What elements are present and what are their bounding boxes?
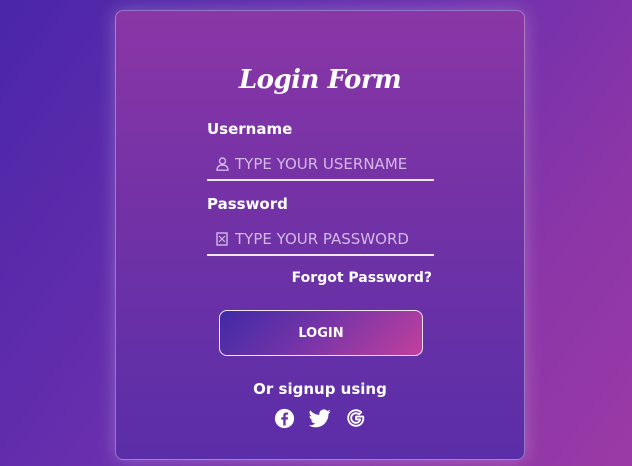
signup-text: Or signup using: [253, 380, 387, 398]
lock-icon: [215, 232, 229, 246]
login-button[interactable]: LOGIN: [219, 310, 423, 356]
password-input[interactable]: [235, 230, 425, 248]
google-icon[interactable]: [345, 407, 367, 429]
form-title: Login Form: [238, 65, 402, 95]
forgot-password-link[interactable]: Forgot Password?: [292, 270, 432, 286]
facebook-icon[interactable]: [273, 407, 295, 429]
social-signup-row: [116, 407, 524, 429]
username-label: Username: [207, 120, 293, 138]
password-field[interactable]: [207, 224, 434, 256]
username-input[interactable]: [235, 155, 425, 173]
user-icon: [215, 157, 229, 171]
password-label: Password: [207, 195, 288, 213]
username-field[interactable]: [207, 149, 434, 181]
login-card: Login Form Username Password Forgot Pass…: [115, 10, 525, 460]
twitter-icon[interactable]: [309, 407, 331, 429]
